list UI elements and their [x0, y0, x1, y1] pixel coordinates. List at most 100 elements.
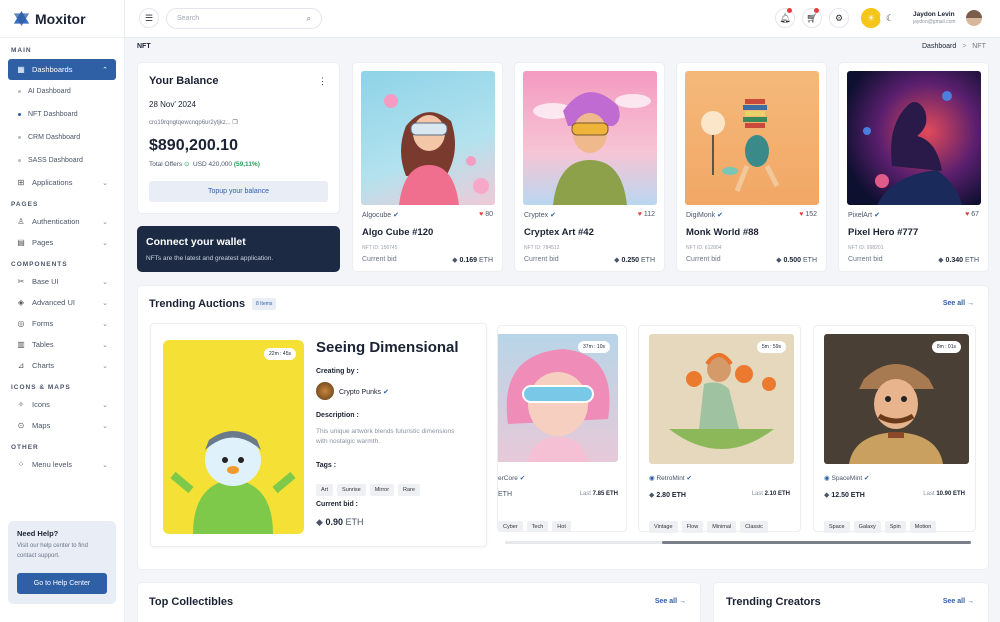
nft-creator[interactable]: PixelArt ✔ [848, 211, 880, 219]
tag[interactable]: Hot [552, 521, 571, 531]
sidebar-item-applications[interactable]: ⊞ Applications ⌄ [8, 172, 116, 193]
nft-card[interactable]: Cryptex ✔ ♥ 112 Cryptex Art #42 NFT ID: … [514, 62, 665, 272]
pages-icon: ▤ [17, 238, 25, 247]
help-center-button[interactable]: Go to Help Center [17, 573, 107, 594]
nft-card[interactable]: Algocube ✔ ♥ 80 Algo Cube #120 NFT ID: 1… [352, 62, 503, 272]
horizontal-scrollbar[interactable] [505, 541, 971, 544]
sidebar-item-maps[interactable]: ⊙ Maps ⌄ [8, 415, 116, 436]
sidebar-item-base-ui[interactable]: ✂ Base UI ⌄ [8, 271, 116, 292]
sidebar-sub-nft-dashboard[interactable]: NFT Dashboard [0, 103, 124, 126]
auctions-see-all-link[interactable]: See all → [943, 300, 974, 307]
tag[interactable]: Motion [909, 521, 937, 533]
auctions-title: Trending Auctions [149, 298, 246, 310]
bid-value: ◆ 0.500 ETH [776, 257, 817, 264]
sidebar-item-authentication[interactable]: ♙ Authentication ⌄ [8, 211, 116, 232]
sidebar-item-forms[interactable]: ◎ Forms ⌄ [8, 313, 116, 334]
tag[interactable]: Art [316, 484, 334, 496]
creators-see-all-link[interactable]: See all → [943, 598, 974, 605]
scrollbar-thumb[interactable] [662, 541, 971, 544]
search-icon: ⌕ [306, 13, 311, 23]
auction-item[interactable]: 8m : 01s ◉ SpaceMint ✔ ◆ 12.50 ETH Last … [813, 325, 976, 533]
verified-icon: ✔ [874, 212, 880, 219]
advanced-ui-icon: ◈ [17, 298, 25, 307]
menu-toggle-icon[interactable]: ☰ [139, 8, 159, 28]
sidebar-item-advanced-ui[interactable]: ◈ Advanced UI ⌄ [8, 292, 116, 313]
settings-gear-icon[interactable]: ⚙ [829, 8, 849, 28]
sidebar-item-charts[interactable]: ⊿ Charts ⌄ [8, 355, 116, 376]
nft-likes[interactable]: ♥ 152 [799, 211, 817, 218]
auction-image[interactable]: 8m : 01s [824, 334, 969, 464]
tag[interactable]: Tech [526, 521, 549, 531]
auction-last: Last 2.10 ETH [751, 491, 790, 497]
auction-image[interactable]: 5m : 59s [649, 334, 794, 464]
sidebar-item-tables[interactable]: ▥ Tables ⌄ [8, 334, 116, 355]
tag[interactable]: Sunrise [337, 484, 366, 496]
tag[interactable]: Vintage [649, 521, 678, 533]
nft-likes[interactable]: ♥ 112 [638, 211, 655, 218]
tag[interactable]: Space [824, 521, 850, 533]
breadcrumb-home[interactable]: Dashboard [922, 43, 956, 50]
nft-creator[interactable]: DigiMonk ✔ [686, 211, 723, 219]
tag[interactable]: Spin [884, 521, 906, 533]
auction-last: Last 10.90 ETH [923, 491, 965, 497]
nft-image[interactable] [847, 71, 981, 205]
dark-mode-moon-icon[interactable]: ☾ [880, 8, 900, 28]
items-badge: 8 Items [252, 298, 277, 310]
light-mode-sun-icon[interactable]: ☀ [861, 8, 881, 28]
nft-creator[interactable]: Algocube ✔ [362, 211, 399, 219]
auction-image[interactable]: 37m : 10s [498, 334, 618, 462]
nft-likes[interactable]: ♥ 67 [965, 211, 979, 218]
tag-list: Cyber Tech Hot [498, 515, 575, 531]
nft-card[interactable]: DigiMonk ✔ ♥ 152 Monk World #88 NFT ID: … [676, 62, 827, 272]
verified-icon: ✔ [686, 475, 692, 482]
sidebar-item-dashboards[interactable]: ▦ Dashboards ⌃ [8, 59, 116, 80]
eth-icon: ◆ [649, 492, 655, 499]
nft-card[interactable]: PixelArt ✔ ♥ 67 Pixel Hero #777 NFT ID: … [838, 62, 989, 272]
tag[interactable]: Galaxy [853, 521, 881, 533]
nft-likes[interactable]: ♥ 80 [479, 211, 493, 218]
table-icon: ▥ [17, 340, 25, 349]
brand-logo-icon [13, 10, 30, 27]
sidebar-sub-ai-dashboard[interactable]: AI Dashboard [0, 80, 124, 103]
nft-image[interactable] [361, 71, 495, 205]
connect-wallet-card[interactable]: Connect your wallet NFTs are the latest … [137, 226, 340, 272]
wallet-address: cro19rqngtqewcnqp6ur2ytjkz... ❐ [149, 120, 238, 126]
sidebar-item-icons[interactable]: ✧ Icons ⌄ [8, 394, 116, 415]
auction-item[interactable]: 5m : 59s ◉ RetroMint ✔ ◆ 2.80 ETH Last 2… [638, 325, 801, 533]
verified-icon: ✔ [382, 389, 389, 396]
sidebar-sub-crm-dashboard[interactable]: CRM Dashboard [0, 126, 124, 149]
copy-icon[interactable]: ❐ [232, 120, 237, 126]
auction-creator: erCore ✔ [498, 475, 526, 482]
tag[interactable]: Mirror [369, 484, 395, 496]
collectibles-see-all-link[interactable]: See all → [655, 598, 686, 605]
user-icon: ♙ [17, 217, 25, 226]
user-info[interactable]: Jaydon Levin jaydon@gmail.com [913, 11, 956, 25]
brand[interactable]: Moxitor [0, 0, 124, 38]
avatar[interactable] [966, 10, 982, 26]
topup-button[interactable]: Topup your balance [149, 181, 328, 202]
tag[interactable]: Flow [681, 521, 704, 533]
auction-item[interactable]: 37m : 10s erCore ✔ ETH Last 7.85 ETH Cyb… [497, 325, 627, 532]
nft-image[interactable] [523, 71, 657, 205]
notification-bell-icon[interactable]: 🔔︎ [775, 8, 795, 28]
sidebar-sub-sass-dashboard[interactable]: SASS Dashboard [0, 149, 124, 172]
sidebar-item-pages[interactable]: ▤ Pages ⌄ [8, 232, 116, 253]
search-input[interactable]: Search ⌕ [166, 8, 322, 29]
nft-creator[interactable]: Cryptex ✔ [524, 211, 556, 219]
featured-auction[interactable]: 22m : 45s Seeing Dimensional Creating by… [150, 323, 487, 547]
creator-avatar[interactable] [316, 382, 334, 400]
nft-image[interactable] [685, 71, 819, 205]
tag[interactable]: Classic [740, 521, 768, 533]
cart-icon[interactable]: 🛒︎ [802, 8, 822, 28]
creator-name[interactable]: Crypto Punks ✔ [339, 388, 389, 396]
nft-id: NFT ID: 784512 [524, 245, 560, 251]
tag[interactable]: Cyber [498, 521, 523, 531]
tag[interactable]: Minimal [707, 521, 737, 533]
bid-label: Current bid [362, 256, 397, 263]
page-title: NFT [137, 43, 151, 50]
sidebar-item-menu-levels[interactable]: ⁘ Menu levels ⌄ [8, 454, 116, 475]
tag[interactable]: Rare [398, 484, 420, 496]
more-options-icon[interactable]: ⋮ [318, 76, 327, 87]
featured-image[interactable]: 22m : 45s [163, 340, 304, 534]
auction-timer: 5m : 59s [756, 341, 786, 353]
